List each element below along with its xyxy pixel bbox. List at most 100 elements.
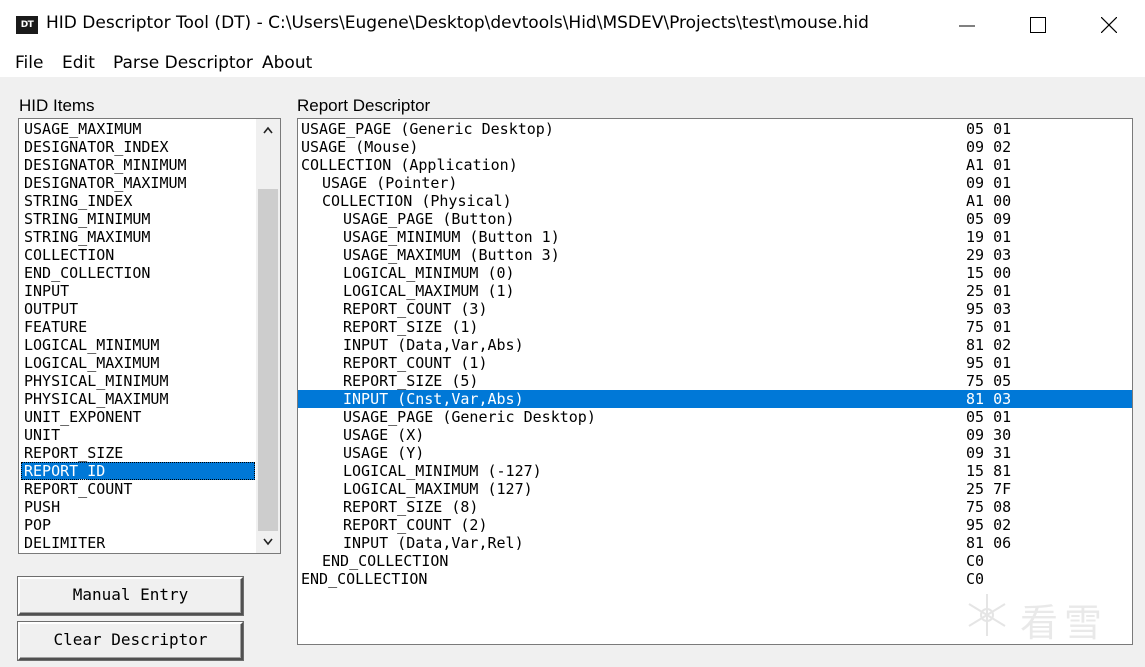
descriptor-row[interactable]: COLLECTION (Physical) A1 00 [298,192,1132,210]
hid-item[interactable]: USAGE_MAXIMUM [21,120,255,138]
hid-item[interactable]: REPORT_ID [21,462,255,480]
descriptor-bytes: 05 09 [966,210,1012,228]
descriptor-bytes: 25 01 [966,282,1012,300]
hid-item[interactable]: PUSH [21,498,255,516]
hid-items-label: HID Items [19,96,95,115]
maximize-button[interactable] [1015,0,1061,50]
menu-about[interactable]: About [262,53,312,73]
hid-items-list[interactable]: USAGE_MAXIMUM DESIGNATOR_INDEX DESIGNATOR_… [18,118,281,554]
manual-entry-button[interactable]: Manual Entry [18,577,243,615]
descriptor-row[interactable]: USAGE_PAGE (Generic Desktop) 05 01 [298,120,1132,138]
descriptor-item: USAGE (Y) [343,444,425,462]
menu-edit[interactable]: Edit [62,53,95,73]
descriptor-item: USAGE_MINIMUM (Button 1) [343,228,560,246]
scroll-track[interactable] [256,141,280,531]
minimize-button[interactable] [944,0,990,50]
descriptor-bytes: 15 81 [966,462,1012,480]
descriptor-item: USAGE (Mouse) [301,138,419,156]
hid-item[interactable]: STRING_MINIMUM [21,210,255,228]
descriptor-item: LOGICAL_MINIMUM (0) [343,264,515,282]
descriptor-row[interactable]: USAGE (X) 09 30 [298,426,1132,444]
hid-item[interactable]: DESIGNATOR_MINIMUM [21,156,255,174]
descriptor-item: LOGICAL_MAXIMUM (127) [343,480,533,498]
hid-item[interactable]: POP [21,516,255,534]
descriptor-item: REPORT_SIZE (8) [343,498,479,516]
hid-item[interactable]: END_COLLECTION [21,264,255,282]
descriptor-bytes: 95 01 [966,354,1012,372]
close-button[interactable] [1086,0,1132,50]
descriptor-row[interactable]: END_COLLECTION C0 [298,552,1132,570]
descriptor-bytes: 81 02 [966,336,1012,354]
descriptor-row[interactable]: LOGICAL_MAXIMUM (1) 25 01 [298,282,1132,300]
descriptor-bytes: C0 [966,552,985,570]
descriptor-item: END_COLLECTION [301,570,428,588]
hid-item[interactable]: REPORT_COUNT [21,480,255,498]
hid-item[interactable]: STRING_MAXIMUM [21,228,255,246]
hid-item[interactable]: INPUT [21,282,255,300]
descriptor-item: USAGE_PAGE (Generic Desktop) [301,120,554,138]
descriptor-bytes: 95 03 [966,300,1012,318]
descriptor-row[interactable]: USAGE_MINIMUM (Button 1) 19 01 [298,228,1132,246]
descriptor-bytes: 09 30 [966,426,1012,444]
hid-item[interactable]: REPORT_SIZE [21,444,255,462]
hid-item[interactable]: UNIT [21,426,255,444]
descriptor-item: USAGE_PAGE (Generic Desktop) [343,408,596,426]
descriptor-item: END_COLLECTION [322,552,449,570]
hid-item[interactable]: FEATURE [21,318,255,336]
descriptor-row[interactable]: LOGICAL_MINIMUM (-127) 15 81 [298,462,1132,480]
descriptor-bytes: 05 01 [966,120,1012,138]
hid-item[interactable]: OUTPUT [21,300,255,318]
hid-item[interactable]: LOGICAL_MINIMUM [21,336,255,354]
hid-item[interactable]: PHYSICAL_MINIMUM [21,372,255,390]
descriptor-bytes: A1 00 [966,192,1012,210]
descriptor-row[interactable]: INPUT (Data,Var,Rel) 81 06 [298,534,1132,552]
descriptor-row[interactable]: COLLECTION (Application) A1 01 [298,156,1132,174]
descriptor-row[interactable]: USAGE (Y) 09 31 [298,444,1132,462]
hid-item[interactable]: LOGICAL_MAXIMUM [21,354,255,372]
descriptor-row[interactable]: INPUT (Cnst,Var,Abs) 81 03 [298,390,1132,408]
descriptor-row[interactable]: REPORT_COUNT (1) 95 01 [298,354,1132,372]
maximize-icon [1030,17,1046,33]
scroll-down-button[interactable] [256,531,280,553]
descriptor-bytes: 19 01 [966,228,1012,246]
descriptor-item: COLLECTION (Physical) [322,192,512,210]
hid-item[interactable]: DESIGNATOR_INDEX [21,138,255,156]
descriptor-row[interactable]: USAGE_MAXIMUM (Button 3) 29 03 [298,246,1132,264]
hid-item[interactable]: DESIGNATOR_MAXIMUM [21,174,255,192]
descriptor-row[interactable]: REPORT_SIZE (5) 75 05 [298,372,1132,390]
descriptor-row[interactable]: USAGE (Mouse) 09 02 [298,138,1132,156]
descriptor-row[interactable]: USAGE_PAGE (Generic Desktop) 05 01 [298,408,1132,426]
descriptor-bytes: 15 00 [966,264,1012,282]
descriptor-item: USAGE (X) [343,426,425,444]
clear-descriptor-button[interactable]: Clear Descriptor [18,622,243,660]
report-descriptor-list[interactable]: USAGE_PAGE (Generic Desktop) 05 01 USAGE (… [297,118,1133,645]
hid-item[interactable]: COLLECTION [21,246,255,264]
descriptor-row[interactable]: REPORT_COUNT (2) 95 02 [298,516,1132,534]
descriptor-row[interactable]: INPUT (Data,Var,Abs) 81 02 [298,336,1132,354]
close-icon [1101,17,1117,33]
descriptor-row[interactable]: END_COLLECTION C0 [298,570,1132,588]
menu-file[interactable]: File [15,53,43,73]
descriptor-item: INPUT (Data,Var,Rel) [343,534,524,552]
descriptor-item: LOGICAL_MAXIMUM (1) [343,282,515,300]
scroll-thumb[interactable] [258,189,278,531]
scroll-up-button[interactable] [256,119,280,141]
descriptor-row[interactable]: USAGE_PAGE (Button) 05 09 [298,210,1132,228]
descriptor-row[interactable]: REPORT_COUNT (3) 95 03 [298,300,1132,318]
descriptor-row[interactable]: LOGICAL_MINIMUM (0) 15 00 [298,264,1132,282]
menu-parse-descriptor[interactable]: Parse Descriptor [113,53,253,73]
hid-item[interactable]: PHYSICAL_MAXIMUM [21,390,255,408]
descriptor-bytes: 09 31 [966,444,1012,462]
descriptor-bytes: 75 08 [966,498,1012,516]
descriptor-row[interactable]: LOGICAL_MAXIMUM (127) 25 7F [298,480,1132,498]
descriptor-row[interactable]: REPORT_SIZE (8) 75 08 [298,498,1132,516]
hid-items-scrollbar[interactable] [256,119,280,553]
descriptor-row[interactable]: REPORT_SIZE (1) 75 01 [298,318,1132,336]
descriptor-row[interactable]: USAGE (Pointer) 09 01 [298,174,1132,192]
descriptor-item: REPORT_SIZE (1) [343,318,479,336]
hid-item[interactable]: DELIMITER [21,534,255,552]
descriptor-bytes: 05 01 [966,408,1012,426]
hid-item[interactable]: STRING_INDEX [21,192,255,210]
hid-item[interactable]: UNIT_EXPONENT [21,408,255,426]
window-title: HID Descriptor Tool (DT) - C:\Users\Euge… [46,13,869,33]
